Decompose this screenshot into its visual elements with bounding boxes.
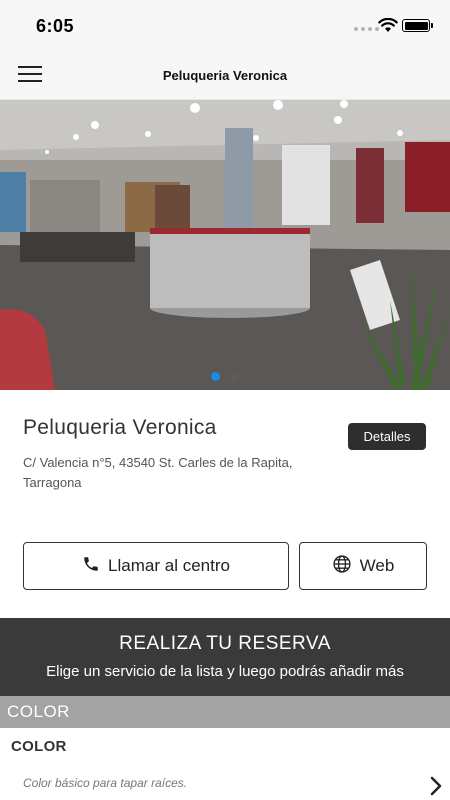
wifi-icon [378,17,398,38]
status-time: 6:05 [36,16,75,36]
app-header: Peluqueria Veronica [0,52,450,100]
phone-icon [82,555,100,578]
details-button[interactable]: Detalles [348,423,426,450]
category-label: COLOR [7,702,70,721]
service-description: Color básico para tapar raíces. [23,776,188,790]
service-name: COLOR [11,738,67,755]
battery-icon [402,19,433,32]
reservation-title: REALIZA TU RESERVA [119,633,331,654]
photo-carousel[interactable] [0,100,450,390]
service-item[interactable]: COLOR Color básico para tapar raíces. [0,728,450,800]
salon-name: Peluqueria Veronica [23,416,217,439]
reservation-banner: REALIZA TU RESERVA Elige un servicio de … [0,618,450,696]
salon-address: C/ Valencia n°5, 43540 St. Carles de la … [23,455,293,490]
signal-icon [354,27,379,31]
page-title: Peluqueria Veronica [162,68,288,83]
web-button-label: Web [359,556,395,575]
call-button-label: Llamar al centro [108,556,230,575]
call-button[interactable]: Llamar al centro [23,542,289,590]
carousel-dot-2[interactable] [230,372,239,381]
salon-info: Peluqueria Veronica Detalles C/ Valencia… [0,390,450,618]
web-button[interactable]: Web [299,542,427,590]
carousel-dot-1[interactable] [211,372,220,381]
category-header: COLOR [0,696,450,728]
reservation-subtitle: Elige un servicio de la lista y luego po… [46,663,404,680]
chevron-right-icon [430,776,442,800]
status-bar: 6:05 [0,0,450,52]
salon-photo [0,100,450,390]
globe-icon [332,554,352,579]
carousel-indicator [0,372,450,381]
